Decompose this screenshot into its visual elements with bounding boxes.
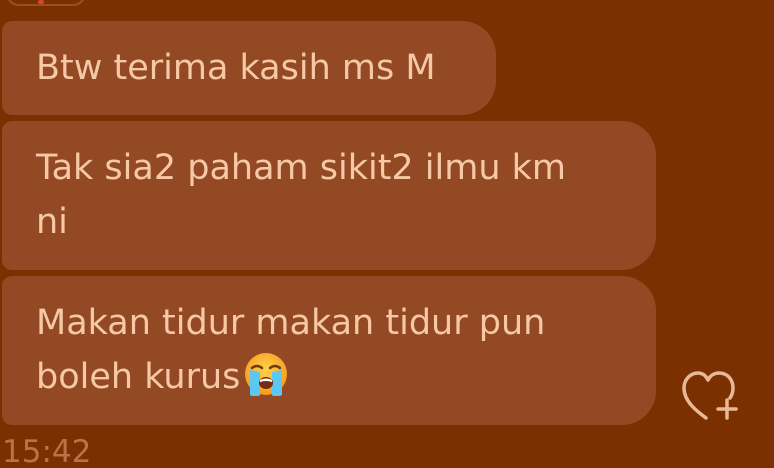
- message-text: Tak sia2 paham sikit2 ilmu km: [36, 148, 567, 188]
- message-timestamp: 15:42: [2, 434, 92, 468]
- message-bubble[interactable]: Makan tidur makan tidur pun boleh kurus: [2, 276, 656, 425]
- message-bubble[interactable]: Tak sia2 paham sikit2 ilmu km ni: [2, 121, 656, 270]
- reaction-dot: [38, 0, 44, 4]
- message-text: boleh kurus: [36, 357, 241, 397]
- message-text: Btw terima kasih ms M: [36, 48, 436, 88]
- message-text: Makan tidur makan tidur pun: [36, 303, 546, 343]
- chat-thread: Btw terima kasih ms M Tak sia2 paham sik…: [0, 0, 774, 468]
- previous-message-edge: [6, 0, 86, 6]
- heart-plus-icon[interactable]: [680, 368, 742, 424]
- message-bubble[interactable]: Btw terima kasih ms M: [2, 21, 496, 115]
- loudly-crying-face-icon: [245, 353, 288, 396]
- message-text: ni: [36, 202, 68, 242]
